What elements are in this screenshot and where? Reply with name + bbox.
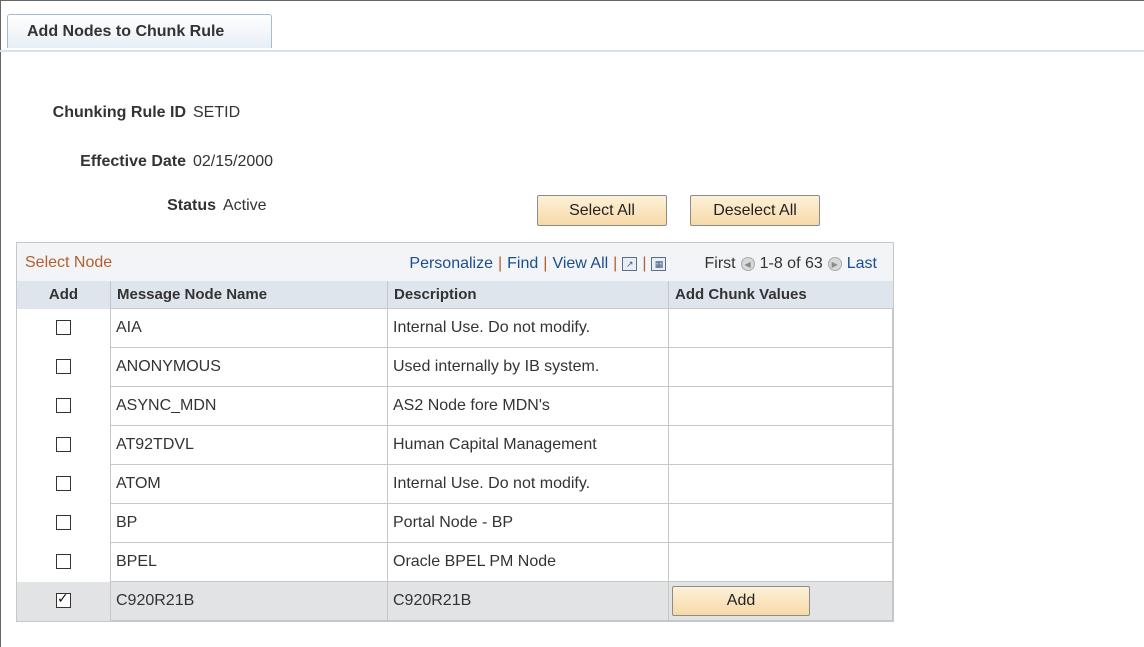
add-chunk-values-button[interactable]: Add bbox=[672, 586, 810, 616]
table-row: ASYNC_MDN AS2 Node fore MDN's bbox=[17, 386, 893, 426]
message-node-name-cell: AIA bbox=[110, 308, 388, 348]
description-cell: Oracle BPEL PM Node bbox=[387, 542, 669, 582]
add-chunk-values-cell bbox=[668, 503, 893, 543]
add-cell bbox=[17, 309, 111, 348]
nodes-table: Add Message Node Name Description Add Ch… bbox=[17, 281, 893, 621]
table-row: C920R21BC920R21BAdd bbox=[17, 581, 893, 621]
table-row: AIA Internal Use. Do not modify. bbox=[17, 308, 893, 348]
add-chunk-values-cell bbox=[668, 308, 893, 348]
description-cell: Human Capital Management bbox=[387, 425, 669, 465]
last-link[interactable]: Last bbox=[847, 255, 877, 273]
add-checkbox[interactable] bbox=[56, 515, 71, 531]
add-checkbox[interactable] bbox=[56, 476, 71, 492]
chunking-rule-id-value: SETID bbox=[193, 104, 241, 121]
description-cell: Used internally by IB system. bbox=[387, 347, 669, 387]
add-chunk-values-cell bbox=[668, 347, 893, 387]
select-node-grid: Select Node Personalize | Find | View Al… bbox=[16, 242, 894, 622]
table-row: AT92TDVL Human Capital Management bbox=[17, 425, 893, 465]
description-cell: AS2 Node fore MDN's bbox=[387, 386, 669, 426]
previous-icon: ◀ bbox=[740, 257, 755, 271]
next-icon[interactable]: ▶ bbox=[827, 257, 842, 271]
status-label: Status bbox=[167, 197, 216, 214]
message-node-name-cell: BPEL bbox=[110, 542, 388, 582]
new-window-icon[interactable]: ↗ bbox=[622, 257, 638, 271]
add-chunk-values-cell bbox=[668, 542, 893, 582]
description-cell: Internal Use. Do not modify. bbox=[387, 464, 669, 504]
description-cell: Portal Node - BP bbox=[387, 503, 669, 543]
add-cell bbox=[17, 465, 111, 504]
column-header-description: Description bbox=[387, 281, 669, 309]
grid-title: Select Node bbox=[25, 254, 113, 271]
view-all-link[interactable]: View All bbox=[552, 255, 608, 273]
deselect-all-button[interactable]: Deselect All bbox=[690, 195, 820, 226]
add-cell bbox=[17, 543, 111, 582]
table-row: ANONYMOUS Used internally by IB system. bbox=[17, 347, 893, 387]
row-range: 1-8 of 63 bbox=[759, 255, 823, 272]
separator: | bbox=[613, 255, 618, 272]
add-chunk-values-cell: Add bbox=[668, 581, 893, 621]
grid-header: Select Node Personalize | Find | View Al… bbox=[17, 243, 893, 281]
add-checkbox[interactable] bbox=[56, 320, 71, 336]
chunking-rule-id-label: Chunking Rule ID bbox=[52, 104, 186, 121]
add-checkbox[interactable] bbox=[56, 437, 71, 453]
description-cell: Internal Use. Do not modify. bbox=[387, 308, 669, 348]
status-value: Active bbox=[223, 197, 267, 214]
first-label: First bbox=[704, 255, 736, 272]
tab-add-nodes-to-chunk-rule[interactable]: Add Nodes to Chunk Rule bbox=[7, 14, 272, 48]
grid-navigation: Personalize | Find | View All | ↗ | ▦ Fi… bbox=[409, 255, 877, 273]
add-cell bbox=[17, 348, 111, 387]
find-link[interactable]: Find bbox=[507, 255, 538, 273]
add-cell bbox=[17, 387, 111, 426]
message-node-name-cell: BP bbox=[110, 503, 388, 543]
effective-date-value: 02/15/2000 bbox=[193, 153, 274, 170]
add-cell bbox=[17, 581, 111, 621]
message-node-name-cell: ATOM bbox=[110, 464, 388, 504]
add-cell bbox=[17, 426, 111, 465]
column-header-message-node-name: Message Node Name bbox=[110, 281, 388, 309]
column-header-add: Add bbox=[17, 281, 111, 309]
message-node-name-cell: AT92TDVL bbox=[110, 425, 388, 465]
separator: | bbox=[543, 255, 548, 272]
description-cell: C920R21B bbox=[387, 581, 669, 621]
spreadsheet-icon[interactable]: ▦ bbox=[651, 257, 667, 271]
add-chunk-values-cell bbox=[668, 425, 893, 465]
add-chunk-values-cell bbox=[668, 386, 893, 426]
add-checkbox[interactable] bbox=[56, 590, 71, 609]
separator: | bbox=[642, 255, 647, 272]
table-row: ATOM Internal Use. Do not modify. bbox=[17, 464, 893, 504]
effective-date-label: Effective Date bbox=[80, 153, 186, 170]
table-row: BPEL Oracle BPEL PM Node bbox=[17, 542, 893, 582]
add-checkbox[interactable] bbox=[56, 554, 71, 570]
table-row: BP Portal Node - BP bbox=[17, 503, 893, 543]
separator: | bbox=[498, 255, 503, 272]
add-chunk-values-cell bbox=[668, 464, 893, 504]
personalize-link[interactable]: Personalize bbox=[409, 255, 493, 273]
add-cell bbox=[17, 504, 111, 543]
message-node-name-cell: ASYNC_MDN bbox=[110, 386, 388, 426]
table-header-row: Add Message Node Name Description Add Ch… bbox=[17, 281, 893, 309]
select-all-button[interactable]: Select All bbox=[537, 195, 667, 226]
add-checkbox[interactable] bbox=[56, 398, 71, 414]
add-checkbox[interactable] bbox=[56, 359, 71, 375]
message-node-name-cell: C920R21B bbox=[110, 581, 388, 621]
tab-bar: Add Nodes to Chunk Rule bbox=[0, 14, 1144, 52]
message-node-name-cell: ANONYMOUS bbox=[110, 347, 388, 387]
column-header-add-chunk-values: Add Chunk Values bbox=[668, 281, 893, 309]
